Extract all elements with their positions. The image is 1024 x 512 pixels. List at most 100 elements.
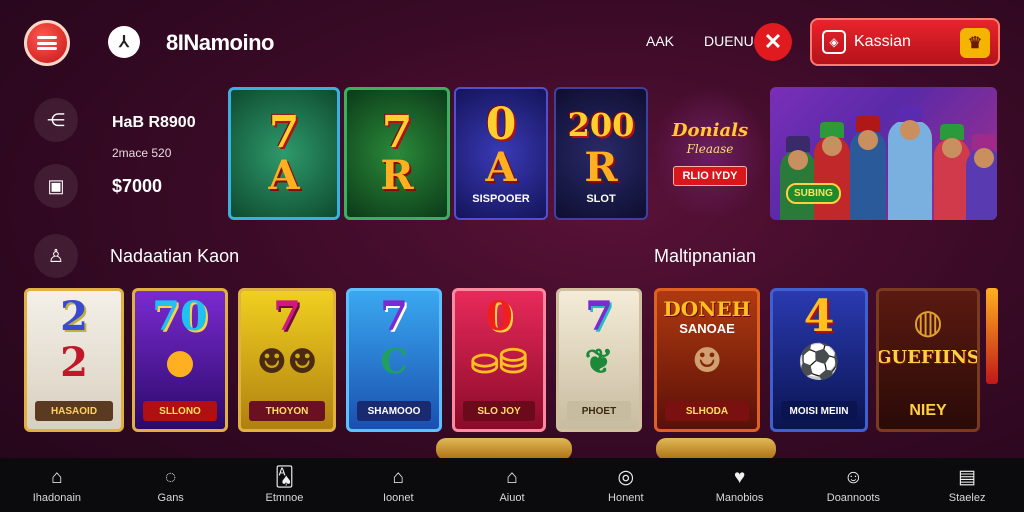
player-figure xyxy=(888,106,932,220)
slot-label: SLHODA xyxy=(665,401,749,421)
tile-symbol-bottom: A xyxy=(268,151,300,199)
tile-symbol-top: 7 xyxy=(268,106,300,158)
players-icon: ☻☻ xyxy=(256,342,318,382)
nav-item-search[interactable]: ◎ Honent xyxy=(569,458,683,512)
slot-label: THOYON xyxy=(249,401,325,421)
slot-symbol-top: 7 xyxy=(380,293,408,340)
player-icon: ☻ xyxy=(691,341,723,381)
slot-symbol-top: 2 xyxy=(60,293,88,340)
house-icon: ⌂ xyxy=(506,467,518,488)
players-badge: SUBING xyxy=(786,183,841,204)
pie-icon: ◍ xyxy=(913,302,943,342)
slot-label: HASAOID xyxy=(35,401,113,421)
nav-item-learn[interactable]: ⌂ Ioonet xyxy=(341,458,455,512)
slot-label: SLLONO xyxy=(143,401,217,421)
promo-subtitle: Fleaase xyxy=(686,141,734,156)
slot-symbol-top: 70 xyxy=(152,293,208,340)
player-figure xyxy=(934,124,970,220)
bell-icon: ● xyxy=(165,342,195,382)
kassian-button[interactable]: ◈ Kassian ♛ xyxy=(810,18,1000,66)
logo-icon: ⅄ xyxy=(108,26,140,58)
nav-item-favorites[interactable]: ♥ Manobios xyxy=(683,458,797,512)
slot-game-card[interactable]: 7 ❦ PHOET xyxy=(556,288,642,432)
slot-symbol-top: DONEH xyxy=(663,297,751,321)
slot-game-card[interactable]: 7 C SHAMOOO xyxy=(346,288,442,432)
nav-label: Etmnoe xyxy=(265,492,304,504)
hamburger-icon xyxy=(37,36,57,50)
top-header: ⅄ 8INamoino AAK DUENU ✕ ◈ Kassian ♛ xyxy=(0,0,1024,84)
close-button[interactable]: ✕ xyxy=(754,23,792,61)
tile-symbol-top: 200 xyxy=(567,105,635,144)
nav-item-games[interactable]: ◌ Gans xyxy=(114,458,228,512)
tile-symbol-bottom: A xyxy=(485,143,517,191)
coins-decoration xyxy=(436,438,572,460)
nav-link-duenu[interactable]: DUENU xyxy=(704,33,754,49)
slot-symbol-top: 0 xyxy=(485,293,513,340)
promo-button[interactable]: RLIO IYDY xyxy=(673,165,747,186)
slot-game-card[interactable]: 70 ● SLLONO xyxy=(132,288,228,432)
nav-item-accounts[interactable]: ☺ Doannoots xyxy=(796,458,910,512)
slot-symbol-top: 7 xyxy=(585,293,613,340)
nav-label: Staelez xyxy=(948,492,986,504)
slot-game-card[interactable]: ◍ GUEFIINS NIEY xyxy=(876,288,980,432)
slot-game-card[interactable]: 4 ⚽ MOISI MEIIN xyxy=(770,288,868,432)
graduation-icon: ⌂ xyxy=(392,467,404,488)
coins-icon: ⛀⛁ xyxy=(470,342,528,382)
nav-label: Manobios xyxy=(715,492,764,504)
nav-label: Aiuot xyxy=(499,492,525,504)
document-icon: ▤ xyxy=(958,467,977,488)
heart-icon: ♥ xyxy=(733,467,746,488)
slot-label: NIEY xyxy=(909,402,947,419)
nav-label: Ihadonain xyxy=(32,492,82,504)
banner-tile[interactable]: 7 A xyxy=(228,87,340,220)
slot-label: SLO JOY xyxy=(463,401,535,421)
banner-tile[interactable]: 7 R xyxy=(344,87,450,220)
section-title-right: Maltipnanian xyxy=(654,246,757,266)
tile-symbol-bottom: R xyxy=(380,151,414,199)
nav-item-cards[interactable]: 🂡 Etmnoe xyxy=(228,458,342,512)
banner-tile[interactable]: 200 R SLOT xyxy=(554,87,648,220)
slot-game-card[interactable]: DONEH SANOAE ☻ SLHODA xyxy=(654,288,760,432)
slot-label: MOISI MEIIN xyxy=(781,401,857,421)
nav-label: Gans xyxy=(157,492,184,504)
slot-game-card[interactable]: 0 ⛀⛁ SLO JOY xyxy=(452,288,546,432)
leaf-icon: ❦ xyxy=(584,342,614,382)
home-icon: ⌂ xyxy=(51,467,63,488)
close-icon: ✕ xyxy=(763,29,783,54)
stat-balance: $7000 xyxy=(112,176,163,196)
banner-tile[interactable]: 0 A SISPOOER xyxy=(454,87,548,220)
slot-symbol-top: 7 xyxy=(273,293,301,340)
nav-item-about[interactable]: ⌂ Aiuot xyxy=(455,458,569,512)
nav-item-stats[interactable]: ▤ Staelez xyxy=(910,458,1024,512)
player-figure xyxy=(850,116,886,220)
menu-button[interactable] xyxy=(24,20,70,66)
stat-primary: HaB R8900 xyxy=(112,114,196,131)
person-icon[interactable]: ♙ xyxy=(34,234,78,278)
player-figure xyxy=(966,134,997,220)
tile-symbol-top: 7 xyxy=(381,106,413,158)
slot-symbol-top: 4 xyxy=(803,291,835,342)
nav-label: Ioonet xyxy=(382,492,414,504)
wallet-icon[interactable]: ▣ xyxy=(34,164,78,208)
section-title-left: Nadaatian Kaon xyxy=(110,246,240,266)
player-figure xyxy=(814,122,850,220)
scroll-indicator[interactable] xyxy=(986,288,998,384)
nav-link-aak[interactable]: AAK xyxy=(646,33,674,49)
soccer-ball-icon: ⚽ xyxy=(797,342,841,382)
slot-symbol-top: GUEFIINS xyxy=(876,347,980,368)
brand-name: 8INamoino xyxy=(166,30,274,55)
slot-symbol-mid: C xyxy=(380,342,408,382)
share-icon[interactable]: ⋲ xyxy=(34,98,78,142)
tile-symbol-bottom: R xyxy=(584,143,618,191)
tile-label: SLOT xyxy=(586,192,616,205)
players-banner[interactable]: SUBING xyxy=(770,87,997,220)
slot-label: PHOET xyxy=(567,401,631,421)
slot-game-card[interactable]: 7 ☻☻ THOYON xyxy=(238,288,336,432)
nav-item-home[interactable]: ⌂ Ihadonain xyxy=(0,458,114,512)
slot-game-card[interactable]: 2 2 HASAOID xyxy=(24,288,124,432)
slot-symbol-bottom: 2 xyxy=(60,338,88,386)
slot-subtitle: SANOAE xyxy=(679,321,735,336)
cards-icon: 🂡 xyxy=(274,467,295,488)
trophy-icon[interactable]: ♛ xyxy=(960,28,990,58)
promo-banner[interactable]: Donials Fleaase RLIO IYDY xyxy=(652,87,768,220)
